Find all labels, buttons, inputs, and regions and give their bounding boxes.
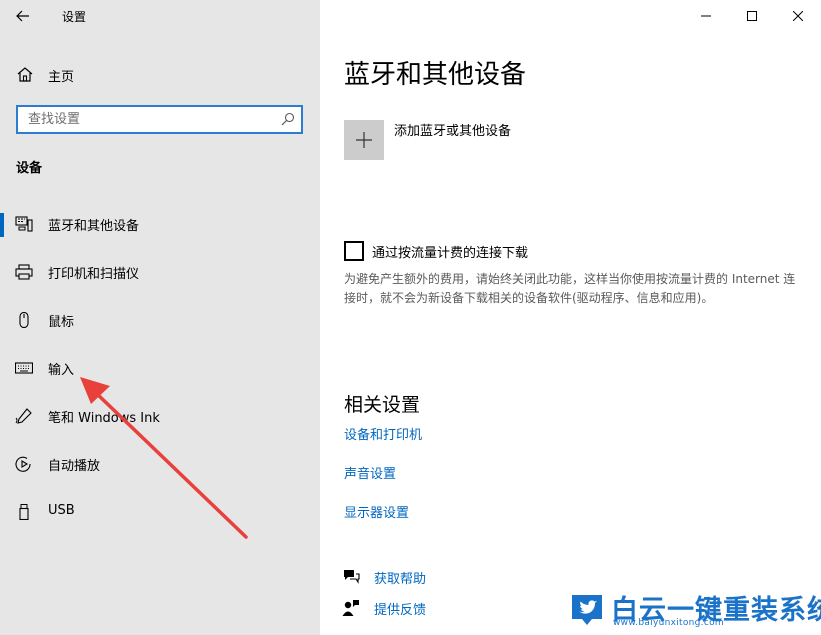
link-devices-and-printers[interactable]: 设备和打印机 (344, 424, 422, 443)
pen-icon (15, 408, 32, 424)
watermark-url: www.baiyunxitong.com (613, 618, 724, 628)
metered-download-option[interactable]: 通过按流量计费的连接下载 (344, 240, 528, 262)
get-help[interactable]: 获取帮助 (342, 566, 426, 588)
twitter-bird-logo-icon (572, 595, 602, 625)
title-bar: 设置 (0, 0, 320, 32)
mouse-icon (19, 312, 29, 328)
search-box[interactable] (16, 105, 303, 134)
related-settings-title: 相关设置 (344, 394, 421, 416)
give-feedback[interactable]: 提供反馈 (342, 597, 426, 619)
close-button[interactable] (775, 0, 821, 32)
sidebar-item-label: 打印机和扫描仪 (48, 267, 140, 282)
autoplay-icon (15, 456, 31, 472)
home-button[interactable]: 主页 (0, 58, 320, 90)
sidebar-item-label: 输入 (48, 363, 75, 378)
sidebar-item-pen[interactable]: 笔和 Windows Ink (0, 397, 320, 435)
sidebar-item-mouse[interactable]: 鼠标 (0, 301, 320, 339)
home-label: 主页 (48, 70, 75, 85)
home-icon (17, 67, 33, 82)
sidebar-item-printers[interactable]: 打印机和扫描仪 (0, 253, 320, 291)
sidebar-item-autoplay[interactable]: 自动播放 (0, 445, 320, 483)
give-feedback-label: 提供反馈 (374, 602, 427, 618)
app-title: 设置 (62, 10, 87, 24)
back-button[interactable] (8, 2, 38, 30)
metered-download-description: 为避免产生额外的费用，请始终关闭此功能，这样当你使用按流量计费的 Interne… (344, 272, 796, 305)
sidebar: 设置 主页 设备 蓝牙和其他设备 打印机和扫描仪 (0, 0, 320, 635)
keyboard-icon (15, 362, 33, 374)
search-icon[interactable] (281, 112, 295, 126)
page-title: 蓝牙和其他设备 (344, 60, 527, 90)
plus-icon (356, 132, 372, 148)
section-title: 设备 (16, 161, 43, 176)
feedback-person-icon (342, 600, 359, 616)
back-arrow-icon (16, 10, 29, 22)
link-sound-settings[interactable]: 声音设置 (344, 463, 396, 482)
add-device-button[interactable] (344, 120, 384, 160)
sidebar-item-label: 笔和 Windows Ink (48, 411, 160, 426)
sidebar-item-label: 鼠标 (48, 315, 75, 330)
printer-icon (15, 264, 33, 280)
window-controls (683, 0, 821, 32)
get-help-label: 获取帮助 (374, 571, 427, 587)
maximize-button[interactable] (729, 0, 775, 32)
usb-icon (19, 504, 29, 520)
minimize-icon (701, 15, 711, 17)
metered-download-label: 通过按流量计费的连接下载 (372, 245, 529, 261)
main-content: 蓝牙和其他设备 添加蓝牙或其他设备 通过按流量计费的连接下载 为避免产生额外的费… (320, 0, 821, 635)
metered-download-checkbox[interactable] (344, 241, 364, 261)
add-device-label[interactable]: 添加蓝牙或其他设备 (394, 120, 511, 139)
search-input[interactable] (18, 107, 268, 132)
chat-help-icon (344, 570, 360, 584)
minimize-button[interactable] (683, 0, 729, 32)
close-icon (793, 11, 803, 21)
sidebar-item-typing[interactable]: 输入 (0, 349, 320, 387)
maximize-icon (747, 11, 757, 21)
sidebar-item-label: 自动播放 (48, 459, 101, 474)
sidebar-item-usb[interactable]: USB (0, 493, 320, 531)
bluetooth-device-icon (15, 216, 33, 232)
sidebar-item-label: 蓝牙和其他设备 (48, 219, 140, 234)
link-display-settings[interactable]: 显示器设置 (344, 502, 409, 521)
watermark: 白云一键重装系统 www.baiyunxitong.com (565, 590, 821, 632)
sidebar-item-label: USB (48, 503, 75, 518)
sidebar-item-bluetooth[interactable]: 蓝牙和其他设备 (0, 205, 320, 243)
